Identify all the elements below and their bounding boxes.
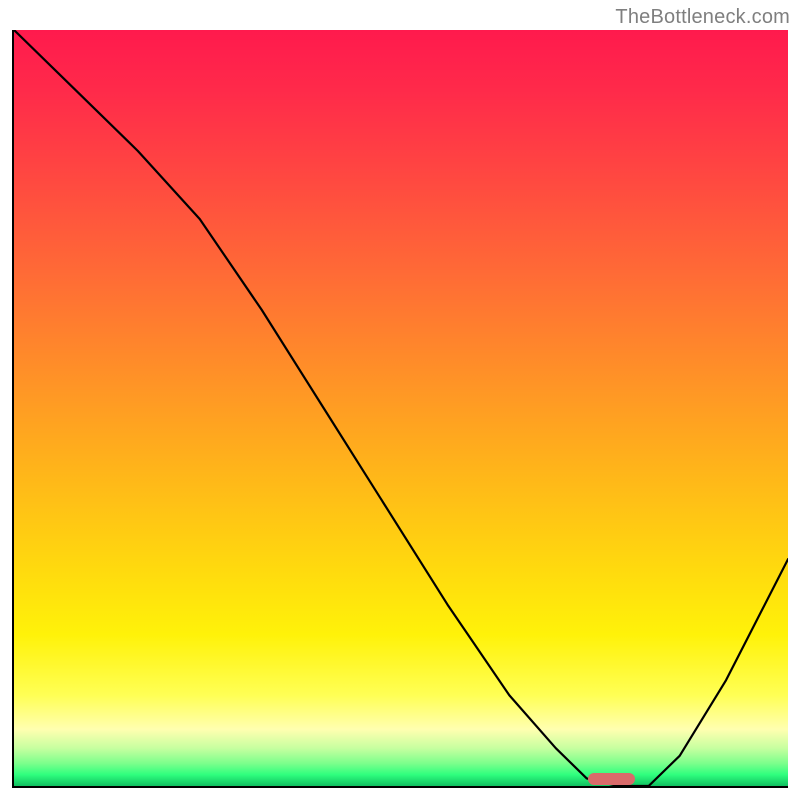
- curve-svg: [14, 30, 788, 786]
- optimal-range-bar: [588, 773, 635, 785]
- bottleneck-curve: [14, 30, 788, 786]
- plot-area: [12, 30, 788, 788]
- chart-canvas: TheBottleneck.com: [0, 0, 800, 800]
- watermark-label: TheBottleneck.com: [615, 6, 790, 29]
